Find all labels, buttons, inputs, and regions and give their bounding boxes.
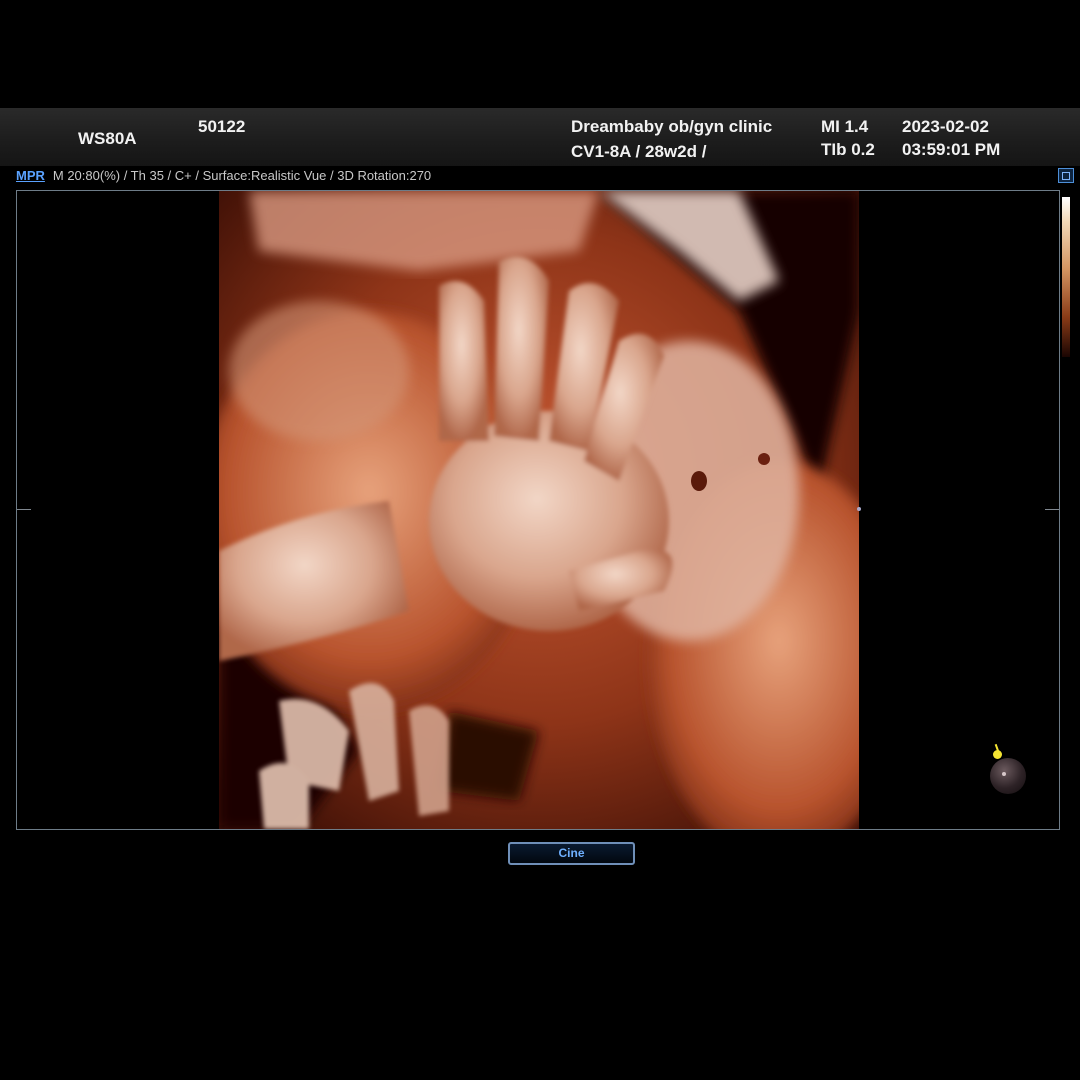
crosshair-left-marker xyxy=(17,509,31,510)
3d-render-image xyxy=(219,191,859,829)
thermal-index: TIb 0.2 xyxy=(821,140,875,159)
fetal-render-graphic xyxy=(219,191,859,829)
imaging-params-bar: MPR M 20:80(%) / Th 35 / C+ / Surface:Rea… xyxy=(16,168,431,183)
clinic-name: Dreambaby ob/gyn clinic xyxy=(571,117,773,136)
cine-button[interactable]: Cine xyxy=(508,842,635,865)
exam-time: 03:59:01 PM xyxy=(902,140,1001,159)
trackball-icon[interactable] xyxy=(990,758,1026,794)
color-map-bar xyxy=(1062,197,1070,357)
trackball-highlight xyxy=(1002,772,1006,776)
image-viewport[interactable] xyxy=(16,190,1060,830)
header-bar: WS80A 50122 Dreambaby ob/gyn clinic CV1-… xyxy=(0,108,1080,166)
system-name: WS80A xyxy=(78,129,137,148)
pin-icon[interactable] xyxy=(993,750,1002,759)
mpr-link[interactable]: MPR xyxy=(16,168,45,183)
probe-gestational-age: CV1-8A / 28w2d / xyxy=(571,142,707,161)
imaging-params: M 20:80(%) / Th 35 / C+ / Surface:Realis… xyxy=(52,168,432,183)
mechanical-index: MI 1.4 xyxy=(821,117,869,136)
render-edge-marker xyxy=(857,507,861,511)
patient-id: 50122 xyxy=(198,117,246,136)
crosshair-right-marker xyxy=(1045,509,1059,510)
exam-date: 2023-02-02 xyxy=(902,117,989,136)
layout-icon[interactable] xyxy=(1058,168,1074,183)
